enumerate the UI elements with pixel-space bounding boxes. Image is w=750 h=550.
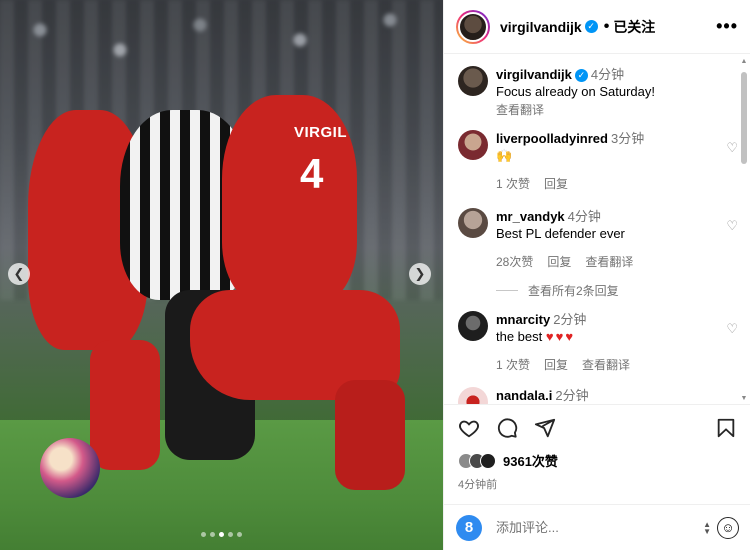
comment-icon[interactable]	[496, 417, 518, 439]
caption-text: Focus already on Saturday!	[496, 84, 655, 99]
liker-avatar	[480, 452, 496, 469]
caption-username[interactable]: virgilvandijk	[496, 67, 572, 82]
liker-avatars	[458, 452, 496, 469]
commenter-avatar[interactable]	[458, 130, 488, 160]
reply-button[interactable]: 回复	[544, 357, 568, 374]
carousel-dot[interactable]	[201, 532, 206, 537]
comment-item: liverpoolladyinred 3分钟 🙌 1 次赞 回复 ♡	[458, 130, 738, 193]
player-right-shin	[335, 380, 405, 490]
football	[40, 438, 100, 498]
comments-scrollbar[interactable]: ▲ ▼	[740, 58, 748, 402]
comment-item: mr_vandyk 4分钟 Best PL defender ever 28次赞 …	[458, 208, 738, 271]
caption: virgilvandijk ✓ 4分钟 Focus already on Satur…	[458, 66, 738, 119]
comment-composer: 8 ▲▼ ☺	[444, 504, 750, 550]
author-username[interactable]: virgilvandijk	[500, 19, 582, 35]
jersey-name: VIRGIL	[294, 124, 348, 141]
heart-icon[interactable]	[458, 417, 480, 439]
carousel-dot[interactable]	[210, 532, 215, 537]
comment-like-icon[interactable]: ♡	[726, 321, 738, 337]
comment-time: 2分钟	[553, 312, 587, 327]
follow-state-button[interactable]: 已关注	[613, 17, 655, 37]
carousel-dot[interactable]	[237, 532, 242, 537]
reply-button[interactable]: 回复	[547, 254, 571, 271]
comment-item: mnarcity 2分钟 the best ♥♥♥ 1 次赞 回复 查看翻译 ♡	[458, 311, 738, 374]
comment-likes[interactable]: 1 次赞	[496, 176, 530, 193]
comment-item: nandala.i 2分钟	[458, 387, 738, 404]
commenter-username[interactable]: mnarcity	[496, 312, 550, 327]
likes-summary[interactable]: 9361次赞	[458, 451, 737, 470]
bookmark-icon[interactable]	[715, 417, 737, 439]
scroll-down-icon[interactable]: ▼	[740, 395, 748, 402]
caption-translate-link[interactable]: 查看翻译	[496, 102, 738, 119]
scroll-thumb[interactable]	[741, 72, 747, 164]
carousel-dot-active[interactable]	[219, 532, 224, 537]
comment-text: the best	[496, 329, 543, 344]
commenter-username[interactable]: liverpoolladyinred	[496, 131, 608, 146]
send-icon[interactable]	[534, 417, 556, 439]
current-user-avatar: 8	[456, 514, 482, 541]
emoji-icon[interactable]: ☺	[717, 516, 739, 539]
translate-link[interactable]: 查看翻译	[585, 254, 633, 271]
comment-time: 2分钟	[555, 388, 589, 403]
commenter-avatar[interactable]	[458, 208, 488, 238]
more-horizontal-icon[interactable]: •••	[716, 16, 738, 37]
commenter-avatar[interactable]	[458, 387, 488, 404]
comment-input[interactable]	[496, 520, 676, 535]
scroll-up-icon[interactable]: ▲	[740, 58, 748, 65]
jersey-number: 4	[300, 150, 324, 197]
commenter-avatar[interactable]	[458, 311, 488, 341]
comment-text: Best PL defender ever	[496, 226, 625, 241]
post-actions: 9361次赞 4分钟前	[444, 404, 750, 492]
comment-likes[interactable]: 28次赞	[496, 254, 533, 271]
commenter-username[interactable]: nandala.i	[496, 388, 552, 403]
translate-link[interactable]: 查看翻译	[582, 357, 630, 374]
commenter-username[interactable]: mr_vandyk	[496, 209, 565, 224]
comment-time: 4分钟	[567, 209, 601, 224]
red-hearts-emoji: ♥♥♥	[545, 329, 576, 344]
carousel-next-button[interactable]: ❯	[409, 263, 431, 285]
stepper-icon[interactable]: ▲ ▼	[703, 520, 711, 535]
posted-time: 4分钟前	[458, 479, 498, 491]
comment-likes[interactable]: 1 次赞	[496, 357, 530, 374]
comment-text: 🙌	[496, 148, 513, 163]
carousel-dots	[0, 532, 443, 537]
post-details-panel: virgilvandijk ✓ • 已关注 ••• virgilvandijk ✓…	[443, 0, 750, 550]
carousel-prev-button[interactable]: ❮	[8, 263, 30, 285]
likes-count[interactable]: 9361次赞	[503, 451, 558, 470]
comment-time: 3分钟	[610, 131, 645, 146]
reply-button[interactable]: 回复	[544, 176, 568, 193]
author-avatar[interactable]	[456, 9, 490, 44]
caption-avatar[interactable]	[458, 66, 488, 96]
post-media[interactable]: VIRGIL 4 ❮ ❯	[0, 0, 443, 550]
caption-time: 4分钟	[590, 67, 625, 82]
carousel-dot[interactable]	[228, 532, 233, 537]
view-replies-link[interactable]: 查看所有2条回复	[496, 282, 619, 299]
verified-badge-icon: ✓	[584, 20, 598, 33]
player-left-legs	[90, 340, 160, 470]
comments-list: virgilvandijk ✓ 4分钟 Focus already on Satur…	[444, 54, 739, 404]
verified-badge-icon: ✓	[574, 69, 588, 82]
post-header: virgilvandijk ✓ • 已关注 •••	[444, 0, 750, 54]
comment-like-icon[interactable]: ♡	[726, 140, 738, 156]
comment-like-icon[interactable]: ♡	[726, 218, 738, 234]
